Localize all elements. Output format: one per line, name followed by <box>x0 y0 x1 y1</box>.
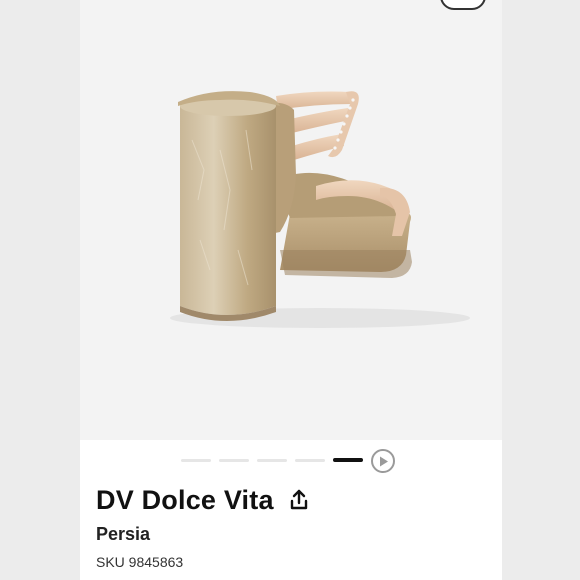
gallery-pagination <box>80 447 502 475</box>
product-page: DV Dolce Vita Persia SKU 9845863 <box>80 0 502 580</box>
product-sku: SKU 9845863 <box>96 554 184 570</box>
pagination-dot[interactable] <box>181 459 211 462</box>
pagination-dot[interactable] <box>295 459 325 462</box>
brand-name[interactable]: DV Dolce Vita <box>96 485 274 516</box>
pagination-dot[interactable] <box>219 459 249 462</box>
product-image-gallery[interactable] <box>80 0 502 440</box>
product-image <box>170 91 470 328</box>
left-margin <box>0 0 80 580</box>
pagination-dot[interactable] <box>257 459 287 462</box>
share-icon[interactable] <box>288 488 310 512</box>
play-icon <box>380 456 388 467</box>
product-model-name: Persia <box>96 524 151 544</box>
play-video-button[interactable] <box>371 449 395 473</box>
right-margin <box>502 0 580 580</box>
pagination-dot-active[interactable] <box>333 458 363 462</box>
brand-row: DV Dolce Vita <box>96 482 310 518</box>
